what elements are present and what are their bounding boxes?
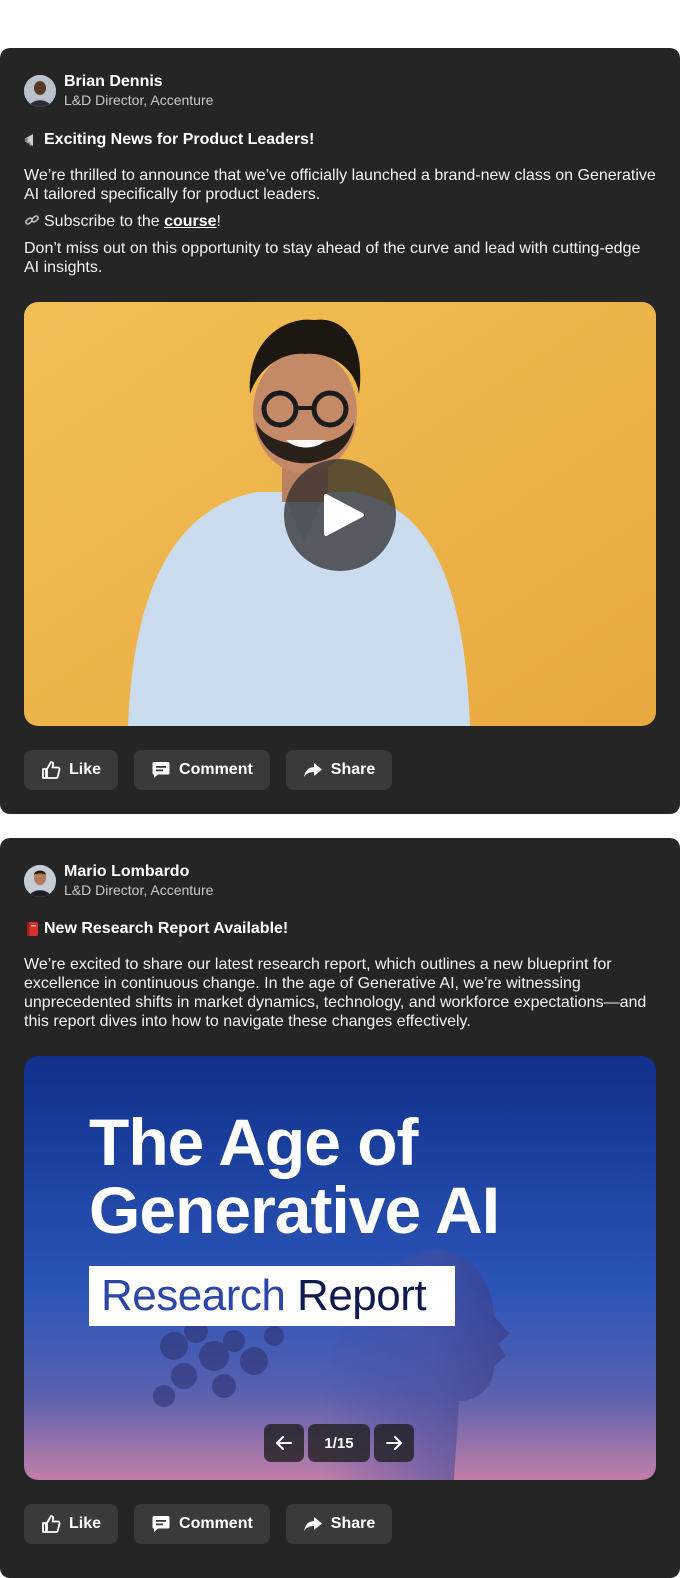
comment-label: Comment [179, 1515, 253, 1532]
comment-button[interactable]: Comment [134, 750, 270, 790]
post-paragraph-2: Don’t miss out on this opportunity to st… [24, 240, 641, 276]
like-button[interactable]: Like [24, 750, 119, 790]
like-label: Like [69, 1515, 102, 1532]
arrow-left-icon [276, 1436, 292, 1450]
share-button[interactable]: Share [285, 750, 393, 790]
author-name[interactable]: Mario Lombardo [64, 862, 213, 881]
post-headline: New Research Report Available! [24, 920, 288, 938]
comment-icon [152, 1516, 170, 1532]
post-headline: Exciting News for Product Leaders! [24, 131, 314, 149]
author-title: L&D Director, Accenture [64, 92, 214, 108]
previous-slide-button[interactable] [264, 1424, 304, 1462]
thumbs-up-icon [42, 1515, 61, 1533]
post-actions: Like Comment Share [24, 750, 408, 790]
thumbs-up-icon [42, 761, 61, 779]
post-card: Brian Dennis L&D Director, Accenture Exc… [0, 48, 680, 814]
comment-label: Comment [179, 761, 253, 778]
post-paragraph: We’re thrilled to announce that we’ve of… [24, 167, 656, 203]
slide-subtitle-part2: Report [285, 1271, 427, 1320]
next-slide-button[interactable] [374, 1424, 414, 1462]
slide-title: The Age of Generative AI [89, 1105, 500, 1247]
subscribe-suffix: ! [216, 213, 221, 230]
slide-title-line1: The Age of [89, 1105, 419, 1179]
slide-subtitle-part1: Research [101, 1271, 286, 1320]
author-name[interactable]: Brian Dennis [64, 72, 213, 91]
link-icon [24, 212, 40, 228]
megaphone-icon [24, 132, 40, 148]
carousel[interactable]: The Age of Generative AI Research Report… [24, 1056, 656, 1480]
subscribe-prefix: Subscribe to the [44, 213, 165, 230]
post-actions: Like Comment Share [24, 1504, 408, 1544]
avatar[interactable] [24, 74, 56, 107]
post-paragraph: We’re excited to share our latest resear… [24, 956, 647, 1030]
play-button[interactable] [284, 459, 396, 571]
author-title: L&D Director, Accenture [64, 882, 214, 898]
comment-icon [152, 762, 170, 778]
avatar[interactable] [24, 864, 56, 897]
share-icon [303, 763, 322, 777]
arrow-right-icon [386, 1436, 402, 1450]
like-button[interactable]: Like [24, 1504, 119, 1544]
subscribe-line: Subscribe to the course! [24, 212, 656, 231]
play-icon [324, 494, 364, 536]
video-player[interactable] [24, 302, 656, 726]
slide-counter: 1/15 [308, 1424, 370, 1462]
slide-title-line2: Generative AI [89, 1173, 500, 1247]
course-link[interactable]: course [164, 213, 216, 230]
headline-text: Exciting News for Product Leaders! [44, 131, 315, 148]
book-icon [24, 921, 40, 937]
comment-button[interactable]: Comment [134, 1504, 270, 1544]
share-icon [303, 1517, 322, 1531]
slide-subtitle: Research Report [89, 1266, 455, 1326]
share-label: Share [330, 1515, 376, 1532]
like-label: Like [69, 761, 102, 778]
post-author[interactable]: Mario Lombardo L&D Director, Accenture [24, 862, 213, 899]
headline-text: New Research Report Available! [44, 920, 289, 937]
share-button[interactable]: Share [285, 1504, 393, 1544]
post-card: Mario Lombardo L&D Director, Accenture N… [0, 838, 680, 1578]
share-label: Share [330, 761, 376, 778]
post-author[interactable]: Brian Dennis L&D Director, Accenture [24, 72, 213, 109]
carousel-pager: 1/15 [264, 1424, 414, 1462]
